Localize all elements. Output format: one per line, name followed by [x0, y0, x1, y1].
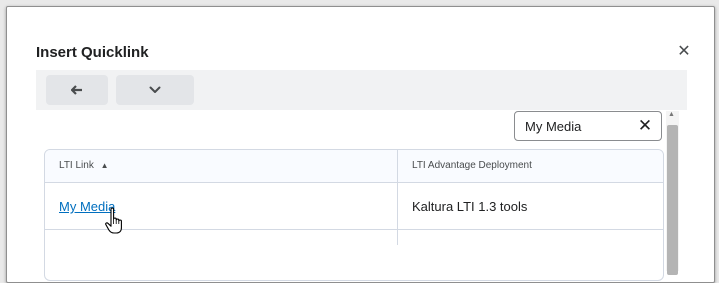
scrollbar[interactable]: ▲	[666, 111, 679, 275]
table-row: My Media Kaltura LTI 1.3 tools	[45, 183, 663, 230]
column-header-deployment[interactable]: LTI Advantage Deployment	[412, 160, 532, 171]
close-dialog-button[interactable]: ✕	[676, 43, 692, 61]
search-field[interactable]: ✕	[514, 111, 662, 141]
search-input[interactable]	[525, 117, 625, 135]
column-header-label: LTI Link	[59, 160, 94, 171]
back-button[interactable]	[46, 75, 108, 105]
close-icon: ✕	[677, 43, 691, 60]
dialog-title: Insert Quicklink	[36, 44, 149, 61]
arrow-left-icon	[71, 85, 82, 95]
table-header: LTI Link ▲ LTI Advantage Deployment	[45, 150, 663, 183]
deployment-cell: Kaltura LTI 1.3 tools	[412, 199, 528, 214]
hand-pointer-icon	[105, 207, 122, 234]
lti-links-table: LTI Link ▲ LTI Advantage Deployment My M…	[44, 149, 664, 281]
options-dropdown-button[interactable]	[116, 75, 194, 105]
scroll-thumb[interactable]	[667, 125, 678, 275]
clear-search-button[interactable]: ✕	[637, 117, 653, 135]
sort-ascending-icon: ▲	[100, 161, 109, 170]
scroll-up-arrow-icon[interactable]: ▲	[668, 111, 675, 118]
chevron-down-icon	[149, 86, 161, 93]
close-icon: ✕	[637, 116, 653, 135]
column-header-lti-link[interactable]: LTI Link ▲	[59, 160, 109, 171]
toolbar	[36, 70, 687, 110]
